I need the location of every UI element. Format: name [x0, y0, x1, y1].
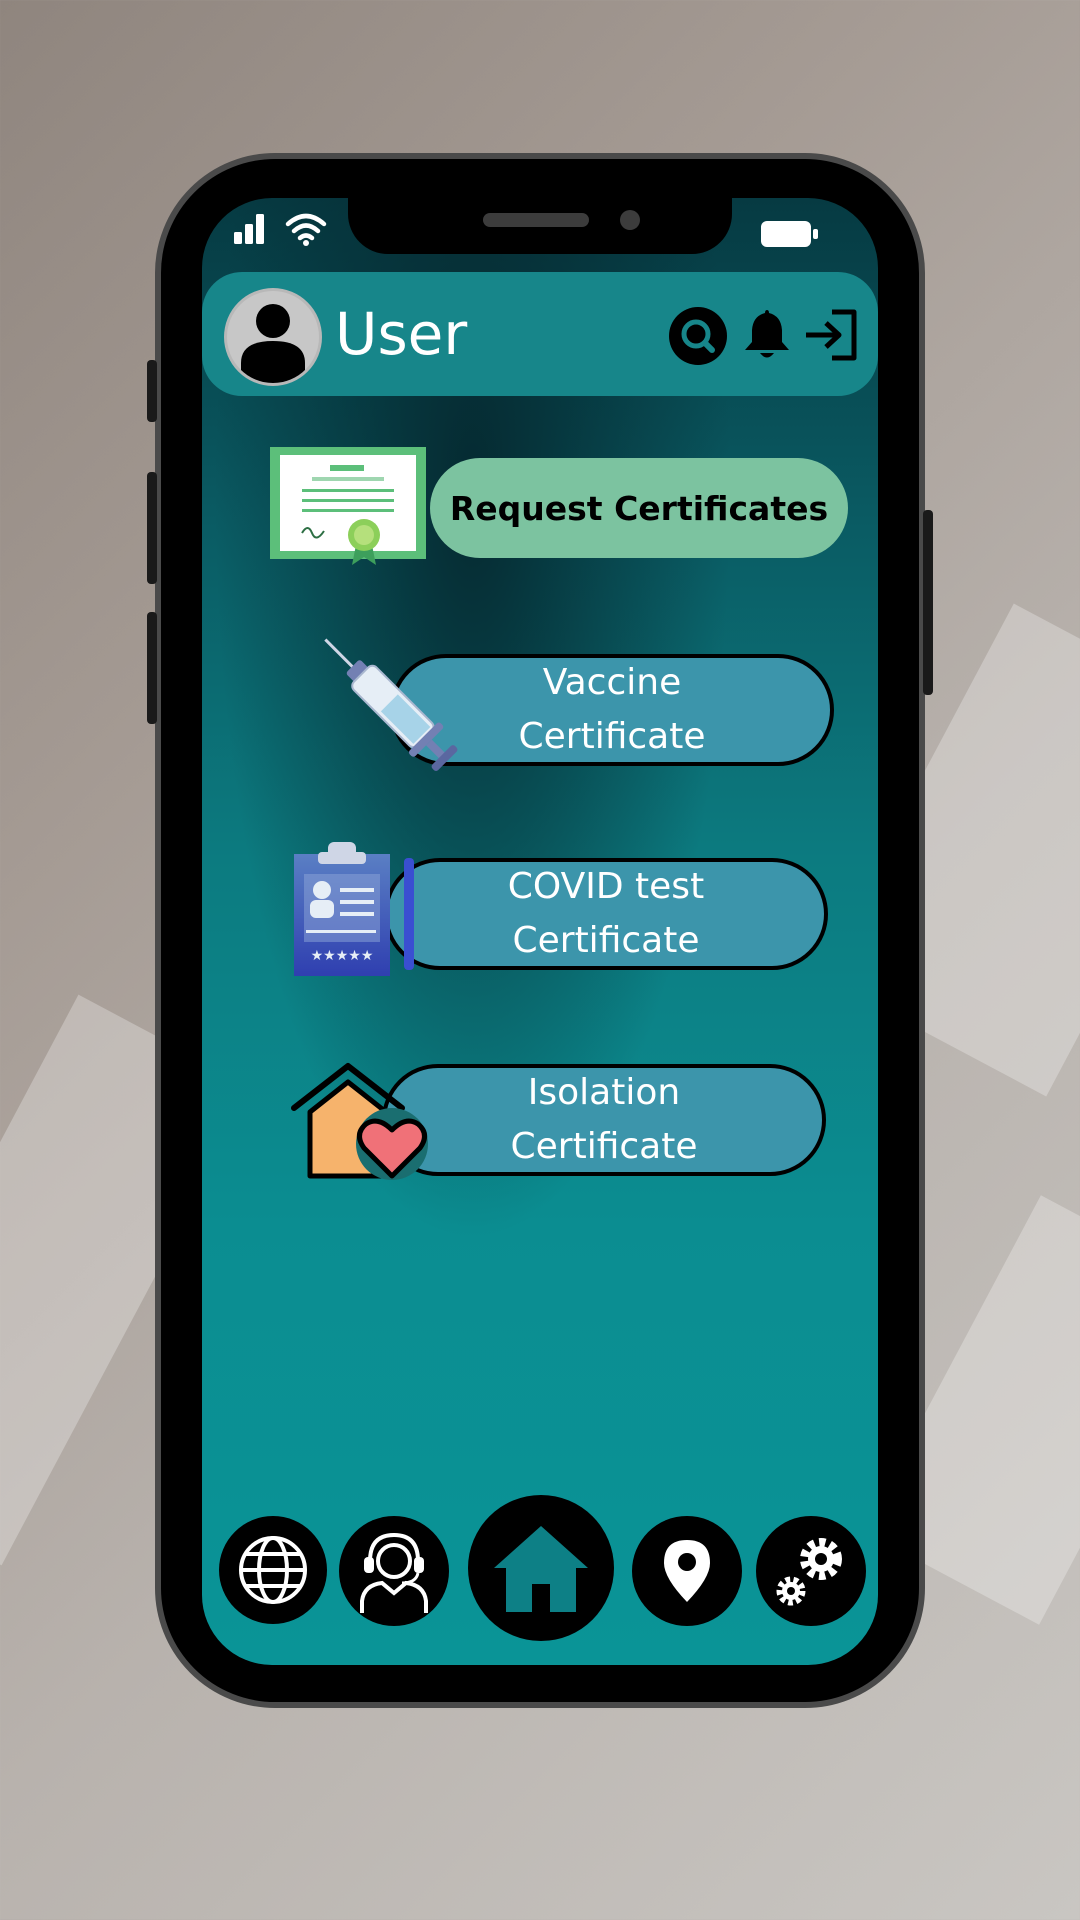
isolation-certificate-label: Isolation Certificate [510, 1072, 698, 1167]
clipboard-report-icon: ★★★★★ [294, 842, 414, 976]
syringe-icon [324, 638, 458, 771]
nav-location-button[interactable] [632, 1516, 742, 1626]
covid-test-certificate-label: COVID test Certificate [507, 866, 705, 961]
request-certificates-button[interactable]: Request Certificates [430, 458, 848, 558]
bell-icon[interactable] [741, 306, 793, 362]
wifi-icon [285, 213, 327, 246]
signal-icon [234, 214, 264, 244]
battery-icon [761, 221, 818, 247]
covid-test-certificate-button[interactable]: COVID test Certificate [384, 858, 828, 970]
isolation-certificate-button[interactable]: Isolation Certificate [382, 1064, 826, 1176]
speaker-grille [483, 213, 589, 227]
nav-globe-button[interactable] [219, 1516, 327, 1624]
nav-settings-button[interactable] [756, 1516, 866, 1626]
page-title: User [335, 300, 468, 368]
certificate-document-icon [270, 447, 426, 565]
nav-home-button[interactable] [468, 1495, 614, 1641]
phone-volume-up [147, 472, 157, 584]
support-agent-icon [360, 1532, 428, 1613]
front-camera [620, 210, 640, 230]
user-silhouette-icon [241, 304, 305, 383]
home-heart-icon [291, 1063, 428, 1180]
nav-support-button[interactable] [339, 1516, 449, 1626]
home-icon [494, 1526, 588, 1612]
phone-power-button [923, 510, 933, 695]
phone-silent-switch [147, 360, 157, 422]
avatar[interactable] [227, 291, 319, 383]
search-icon[interactable] [668, 306, 728, 366]
phone-volume-down [147, 612, 157, 724]
vaccine-certificate-label: Vaccine Certificate [518, 662, 706, 757]
svg-text:★★★★★: ★★★★★ [311, 948, 374, 964]
logout-icon[interactable] [802, 308, 860, 362]
settings-gears-icon [776, 1538, 842, 1606]
globe-icon [239, 1536, 307, 1604]
location-pin-icon [664, 1540, 710, 1602]
